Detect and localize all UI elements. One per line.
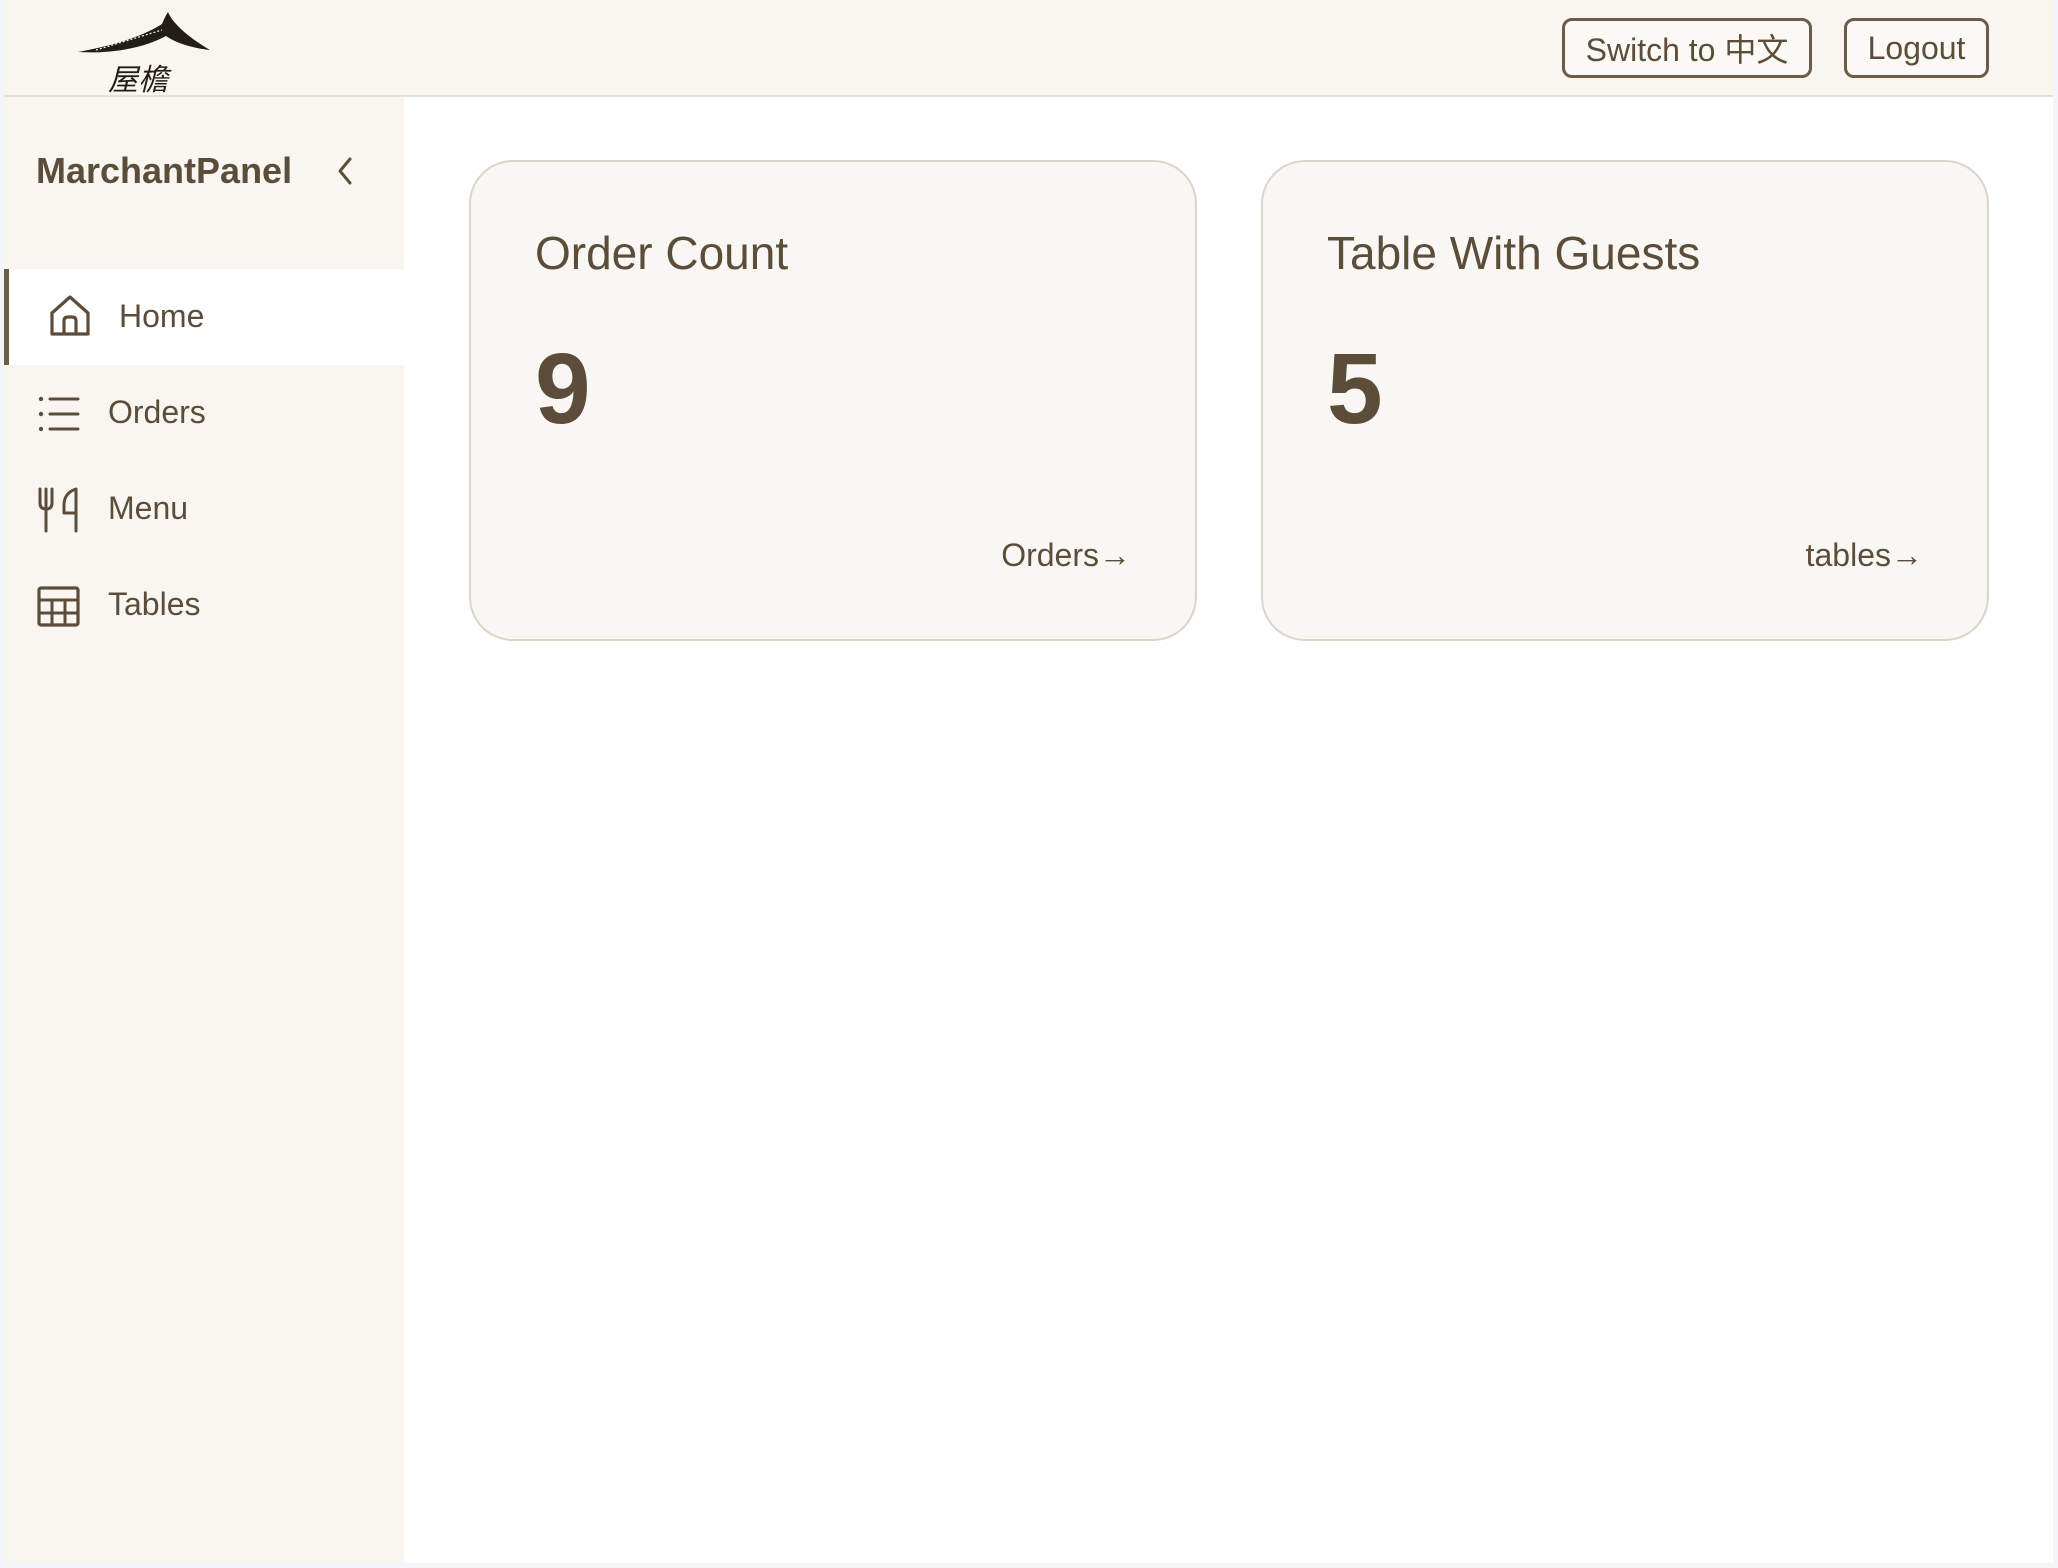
table-with-guests-card: Table With Guests 5 tables→ xyxy=(1261,160,1989,641)
merchant-app: 屋檐 Switch to 中文 Logout MarchantPanel Hom… xyxy=(4,0,2053,1563)
card-title: Table With Guests xyxy=(1327,227,1701,279)
order-count-card: Order Count 9 Orders→ xyxy=(469,160,1197,641)
sidebar-item-menu[interactable]: Menu xyxy=(4,461,404,557)
top-header: 屋檐 Switch to 中文 Logout xyxy=(4,0,2053,97)
list-icon xyxy=(38,396,80,432)
chevron-left-icon[interactable] xyxy=(328,153,364,189)
logout-button[interactable]: Logout xyxy=(1844,18,1989,78)
sidebar-item-orders[interactable]: Orders xyxy=(4,365,404,461)
sidebar-item-label: Orders xyxy=(108,394,206,430)
sidebar: MarchantPanel Home Orders Menu Tables xyxy=(4,97,404,1563)
sidebar-title: MarchantPanel xyxy=(36,150,293,191)
sidebar-item-tables[interactable]: Tables xyxy=(4,557,404,653)
card-value: 9 xyxy=(535,333,591,445)
sidebar-item-home[interactable]: Home xyxy=(4,269,404,365)
switch-language-button[interactable]: Switch to 中文 xyxy=(1562,18,1812,78)
orders-link[interactable]: Orders→ xyxy=(1001,537,1131,574)
logo-text: 屋檐 xyxy=(108,63,172,94)
utensils-icon xyxy=(38,487,78,533)
sidebar-item-label: Home xyxy=(119,298,205,334)
tables-link[interactable]: tables→ xyxy=(1806,537,1923,574)
sidebar-item-label: Tables xyxy=(108,586,201,622)
table-grid-icon xyxy=(37,586,80,627)
home-icon xyxy=(50,295,90,336)
eaves-logo: 屋檐 xyxy=(78,12,210,94)
card-title: Order Count xyxy=(535,227,789,279)
card-value: 5 xyxy=(1327,333,1383,445)
sidebar-item-label: Menu xyxy=(108,490,189,526)
